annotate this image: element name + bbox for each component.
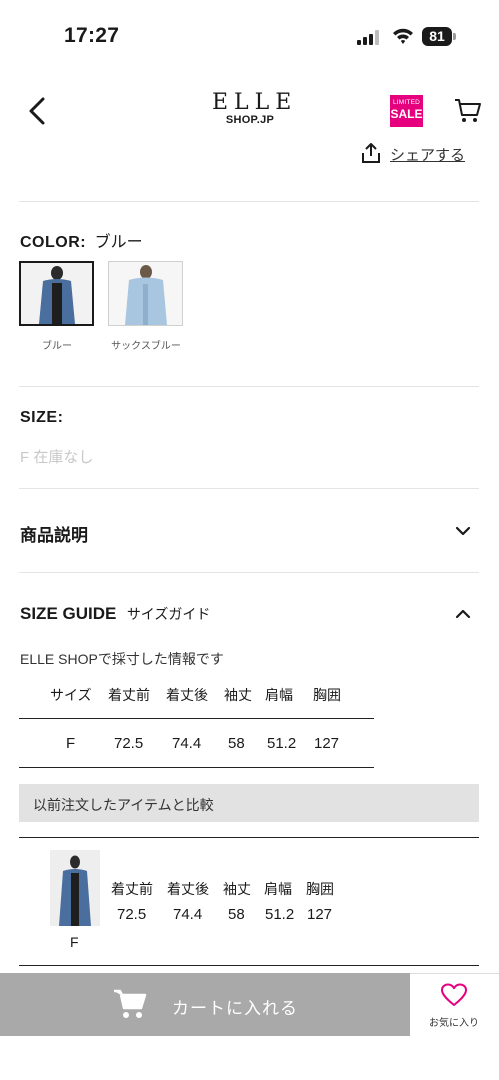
divider bbox=[19, 488, 479, 489]
size-option-unavailable: F 在庫なし bbox=[20, 449, 94, 466]
compare-header: 着丈後 bbox=[167, 881, 209, 897]
table-rule bbox=[19, 718, 374, 719]
size-guide-note: ELLE SHOPで採寸した情報です bbox=[20, 651, 224, 667]
table-header: サイズ bbox=[50, 687, 92, 703]
table-header: 着丈前 bbox=[108, 687, 150, 703]
compare-value: 58 bbox=[228, 906, 245, 923]
back-arrow-icon[interactable] bbox=[24, 94, 52, 128]
battery-tip bbox=[453, 33, 456, 40]
elle-shop-logo[interactable]: ELLE SHOP.JP bbox=[212, 90, 298, 127]
compare-value: 74.4 bbox=[173, 906, 203, 923]
chevron-up-icon[interactable] bbox=[455, 606, 471, 622]
compare-title[interactable]: 以前注文したアイテムと比較 bbox=[33, 795, 214, 815]
size-guide-header[interactable]: SIZE GUIDE サイズガイド bbox=[20, 604, 210, 624]
table-header: 肩幅 bbox=[265, 687, 293, 703]
heart-icon[interactable] bbox=[441, 983, 467, 1007]
swatch-caption: ブルー bbox=[42, 341, 72, 352]
logo-sub-text: SHOP.JP bbox=[225, 114, 275, 126]
table-rule bbox=[19, 767, 374, 768]
model-photo-previous bbox=[50, 850, 100, 926]
logo-main-text: ELLE bbox=[212, 90, 298, 115]
compare-size: F bbox=[70, 934, 79, 950]
divider bbox=[19, 201, 479, 202]
color-swatch-blue[interactable] bbox=[19, 261, 94, 326]
color-label: COLOR: bbox=[20, 234, 87, 251]
compare-value: 72.5 bbox=[117, 906, 147, 923]
compare-header: 肩幅 bbox=[264, 881, 292, 897]
divider bbox=[19, 572, 479, 573]
table-header: 袖丈 bbox=[224, 687, 252, 703]
table-cell: 58 bbox=[228, 735, 245, 752]
compare-value: 127 bbox=[307, 906, 333, 923]
color-row: COLOR: ブルー bbox=[20, 228, 143, 252]
size-guide-title: SIZE GUIDE bbox=[20, 604, 117, 623]
cart-icon[interactable] bbox=[454, 97, 482, 125]
table-cell: 72.5 bbox=[114, 735, 144, 752]
description-title[interactable]: 商品説明 bbox=[20, 521, 88, 546]
color-swatch-sax-blue[interactable] bbox=[108, 261, 183, 326]
cellular-signal-icon bbox=[357, 30, 379, 45]
share-link[interactable]: シェアする bbox=[390, 144, 465, 165]
swatch-caption: サックスブルー bbox=[111, 341, 181, 352]
compare-rule bbox=[19, 837, 479, 838]
table-header: 着丈後 bbox=[166, 687, 208, 703]
size-guide-subtitle: サイズガイド bbox=[126, 606, 211, 622]
compare-header: 袖丈 bbox=[223, 881, 251, 897]
divider bbox=[19, 386, 479, 387]
size-label: SIZE: bbox=[20, 409, 64, 426]
compare-header: 着丈前 bbox=[111, 881, 153, 897]
table-cell: F bbox=[66, 735, 76, 752]
table-header: 胸囲 bbox=[313, 687, 341, 703]
color-value: ブルー bbox=[94, 234, 143, 251]
table-cell: 127 bbox=[314, 735, 340, 752]
compare-rule bbox=[19, 965, 479, 966]
previous-order-thumbnail bbox=[50, 850, 100, 926]
battery-icon: 81 bbox=[422, 27, 452, 46]
share-icon[interactable] bbox=[360, 142, 382, 164]
limited-sale-badge[interactable]: LIMITED SALE bbox=[390, 95, 423, 127]
table-cell: 74.4 bbox=[172, 735, 202, 752]
model-photo-blue bbox=[21, 263, 92, 324]
wifi-icon bbox=[393, 28, 413, 44]
compare-value: 51.2 bbox=[265, 906, 295, 923]
favorite-label[interactable]: お気に入り bbox=[424, 1014, 484, 1029]
compare-header: 胸囲 bbox=[306, 881, 334, 897]
add-to-cart-label[interactable]: カートに入れる bbox=[172, 994, 298, 1019]
cart-icon bbox=[114, 989, 147, 1018]
model-photo-sax-blue bbox=[109, 262, 182, 325]
sale-badge-top: LIMITED bbox=[392, 99, 421, 106]
sale-badge-main: SALE bbox=[390, 107, 423, 121]
status-time: 17:27 bbox=[64, 24, 120, 47]
chevron-down-icon[interactable] bbox=[455, 523, 471, 539]
table-cell: 51.2 bbox=[267, 735, 297, 752]
